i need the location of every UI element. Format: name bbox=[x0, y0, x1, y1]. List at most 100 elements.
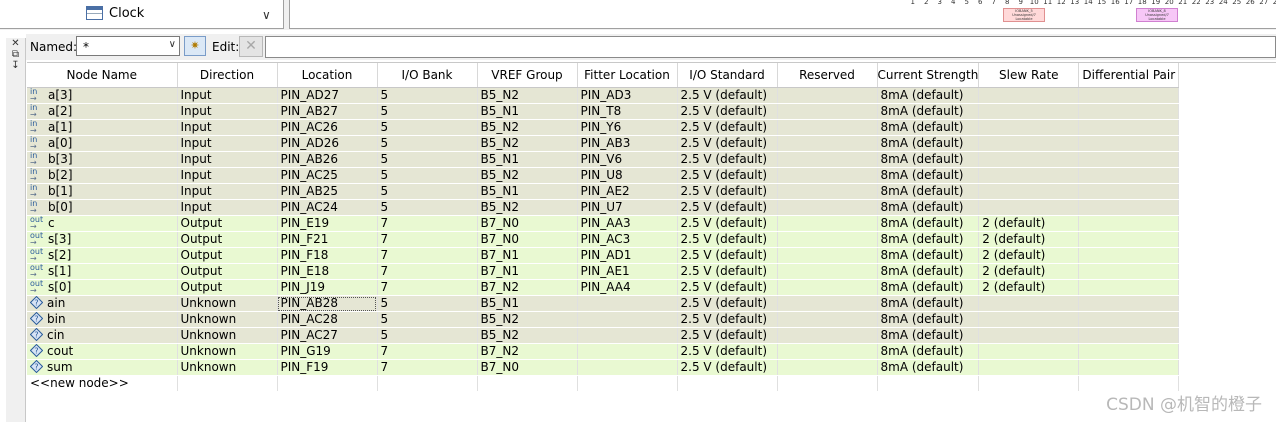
table-row[interactable]: in→b[3]InputPIN_AB265B5_N1PIN_V62.5 V (d… bbox=[27, 152, 1179, 168]
cell-fitter[interactable]: PIN_AA4 bbox=[577, 280, 677, 296]
cell-diff[interactable] bbox=[1079, 312, 1179, 328]
cell-direction[interactable]: Input bbox=[177, 136, 277, 152]
cell-bank[interactable]: 7 bbox=[377, 248, 477, 264]
cell-direction[interactable]: Unknown bbox=[177, 312, 277, 328]
cell-standard[interactable]: 2.5 V (default) bbox=[677, 360, 777, 376]
empty-cell[interactable] bbox=[979, 376, 1079, 392]
cell-slew[interactable] bbox=[979, 120, 1079, 136]
cell-reserved[interactable] bbox=[777, 328, 877, 344]
cell-slew[interactable]: 2 (default) bbox=[979, 248, 1079, 264]
cell-reserved[interactable] bbox=[777, 344, 877, 360]
cell-diff[interactable] bbox=[1079, 296, 1179, 312]
cell-direction[interactable]: Input bbox=[177, 120, 277, 136]
cell-vref[interactable]: B5_N2 bbox=[477, 200, 577, 216]
cell-fitter[interactable]: PIN_V6 bbox=[577, 152, 677, 168]
cell-fitter[interactable] bbox=[577, 296, 677, 312]
cell-location[interactable]: PIN_AC25 bbox=[277, 168, 377, 184]
cell-slew[interactable] bbox=[979, 328, 1079, 344]
cell-reserved[interactable] bbox=[777, 296, 877, 312]
cell-location[interactable]: PIN_J19 bbox=[277, 280, 377, 296]
cell-direction[interactable]: Input bbox=[177, 104, 277, 120]
cell-location[interactable]: PIN_F18 bbox=[277, 248, 377, 264]
cell-current[interactable]: 8mA (default) bbox=[877, 264, 979, 280]
cell-standard[interactable]: 2.5 V (default) bbox=[677, 312, 777, 328]
cell-fitter[interactable] bbox=[577, 344, 677, 360]
window-icon[interactable]: ⧉ bbox=[6, 49, 25, 60]
cell-name[interactable]: ?bin bbox=[27, 312, 177, 328]
cell-standard[interactable]: 2.5 V (default) bbox=[677, 216, 777, 232]
cell-slew[interactable]: 2 (default) bbox=[979, 264, 1079, 280]
cell-current[interactable]: 8mA (default) bbox=[877, 328, 979, 344]
cell-vref[interactable]: B5_N2 bbox=[477, 168, 577, 184]
cell-reserved[interactable] bbox=[777, 200, 877, 216]
table-row[interactable]: ?binUnknownPIN_AC285B5_N22.5 V (default)… bbox=[27, 312, 1179, 328]
cell-location[interactable]: PIN_AB25 bbox=[277, 184, 377, 200]
cell-reserved[interactable] bbox=[777, 280, 877, 296]
column-header[interactable]: I/O Bank bbox=[377, 63, 477, 88]
cell-standard[interactable]: 2.5 V (default) bbox=[677, 280, 777, 296]
column-header[interactable]: Differential Pair bbox=[1079, 63, 1179, 88]
cell-standard[interactable]: 2.5 V (default) bbox=[677, 232, 777, 248]
cell-direction[interactable]: Input bbox=[177, 200, 277, 216]
cell-slew[interactable] bbox=[979, 200, 1079, 216]
cell-location[interactable]: PIN_AB28 bbox=[277, 296, 377, 312]
cell-vref[interactable]: B7_N0 bbox=[477, 232, 577, 248]
column-header[interactable]: I/O Standard bbox=[677, 63, 777, 88]
cell-reserved[interactable] bbox=[777, 312, 877, 328]
cell-current[interactable]: 8mA (default) bbox=[877, 232, 979, 248]
table-row[interactable]: ?ainUnknownPIN_AB285B5_N12.5 V (default)… bbox=[27, 296, 1179, 312]
cell-location[interactable]: PIN_F21 bbox=[277, 232, 377, 248]
column-header[interactable]: Fitter Location bbox=[577, 63, 677, 88]
cell-bank[interactable]: 5 bbox=[377, 88, 477, 104]
cell-name[interactable]: out→c bbox=[27, 216, 177, 232]
cell-bank[interactable]: 7 bbox=[377, 344, 477, 360]
clock-item[interactable]: Clock bbox=[86, 4, 144, 22]
cell-location[interactable]: PIN_E19 bbox=[277, 216, 377, 232]
pin-icon[interactable]: ↧ bbox=[6, 60, 25, 71]
cell-diff[interactable] bbox=[1079, 248, 1179, 264]
cell-standard[interactable]: 2.5 V (default) bbox=[677, 344, 777, 360]
cell-vref[interactable]: B7_N2 bbox=[477, 344, 577, 360]
cell-bank[interactable]: 5 bbox=[377, 120, 477, 136]
cell-diff[interactable] bbox=[1079, 88, 1179, 104]
cell-current[interactable]: 8mA (default) bbox=[877, 152, 979, 168]
table-row[interactable]: in→a[0]InputPIN_AD265B5_N2PIN_AB32.5 V (… bbox=[27, 136, 1179, 152]
empty-cell[interactable] bbox=[377, 376, 477, 392]
cell-fitter[interactable]: PIN_AB3 bbox=[577, 136, 677, 152]
cell-name[interactable]: out→s[0] bbox=[27, 280, 177, 296]
cell-standard[interactable]: 2.5 V (default) bbox=[677, 328, 777, 344]
table-row[interactable]: out→s[3]OutputPIN_F217B7_N0PIN_AC32.5 V … bbox=[27, 232, 1179, 248]
cell-fitter[interactable]: PIN_AE1 bbox=[577, 264, 677, 280]
cell-fitter[interactable] bbox=[577, 328, 677, 344]
cell-vref[interactable]: B7_N2 bbox=[477, 280, 577, 296]
cell-slew[interactable]: 2 (default) bbox=[979, 232, 1079, 248]
cell-diff[interactable] bbox=[1079, 328, 1179, 344]
cell-fitter[interactable]: PIN_AD1 bbox=[577, 248, 677, 264]
cell-slew[interactable]: 2 (default) bbox=[979, 216, 1079, 232]
cell-reserved[interactable] bbox=[777, 216, 877, 232]
cell-vref[interactable]: B7_N1 bbox=[477, 264, 577, 280]
cell-slew[interactable] bbox=[979, 168, 1079, 184]
cell-diff[interactable] bbox=[1079, 152, 1179, 168]
cell-current[interactable]: 8mA (default) bbox=[877, 88, 979, 104]
cell-reserved[interactable] bbox=[777, 248, 877, 264]
cell-diff[interactable] bbox=[1079, 280, 1179, 296]
cell-current[interactable]: 8mA (default) bbox=[877, 200, 979, 216]
cell-reserved[interactable] bbox=[777, 264, 877, 280]
cell-diff[interactable] bbox=[1079, 184, 1179, 200]
cell-bank[interactable]: 7 bbox=[377, 360, 477, 376]
cell-name[interactable]: in→a[0] bbox=[27, 136, 177, 152]
cell-bank[interactable]: 5 bbox=[377, 296, 477, 312]
cell-location[interactable]: PIN_F19 bbox=[277, 360, 377, 376]
edit-input[interactable] bbox=[265, 36, 1276, 58]
cell-vref[interactable]: B7_N0 bbox=[477, 216, 577, 232]
cell-name[interactable]: in→a[1] bbox=[27, 120, 177, 136]
cell-fitter[interactable]: PIN_U7 bbox=[577, 200, 677, 216]
cell-diff[interactable] bbox=[1079, 216, 1179, 232]
cell-direction[interactable]: Input bbox=[177, 152, 277, 168]
cell-vref[interactable]: B5_N2 bbox=[477, 88, 577, 104]
table-row[interactable]: ?sumUnknownPIN_F197B7_N02.5 V (default)8… bbox=[27, 360, 1179, 376]
cell-name[interactable]: in→b[2] bbox=[27, 168, 177, 184]
cell-fitter[interactable] bbox=[577, 312, 677, 328]
cell-location[interactable]: PIN_AC27 bbox=[277, 328, 377, 344]
